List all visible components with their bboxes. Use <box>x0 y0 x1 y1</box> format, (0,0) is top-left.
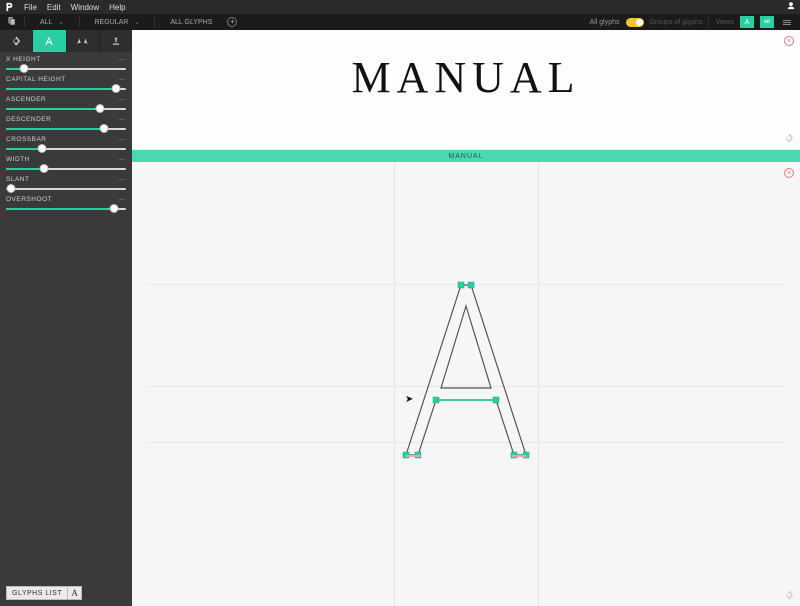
param-label: X HEIGHT <box>6 56 41 63</box>
param-reset-icon[interactable]: — <box>119 196 127 203</box>
view-single-glyph-button[interactable]: A <box>740 16 754 28</box>
menu-file[interactable]: File <box>24 3 37 12</box>
user-account-icon[interactable] <box>786 1 796 13</box>
glyphs-list-button[interactable]: GLYPHS LIST A <box>6 586 82 600</box>
app-logo-icon <box>4 2 14 12</box>
view-word-button[interactable]: ᴀʙ <box>760 16 774 28</box>
menu-bar: File Edit Window Help <box>0 0 800 14</box>
preview-panel: MANUAL × <box>132 30 800 150</box>
groups-of-glyphs-label: Groups of glyphs <box>650 19 703 26</box>
param-slider[interactable] <box>6 104 126 113</box>
add-button[interactable]: + <box>227 17 237 27</box>
font-select-label: ALL <box>40 19 52 26</box>
param-label: CROSSBAR <box>6 136 46 143</box>
param-slider[interactable] <box>6 144 126 153</box>
sidebar-tab-glyph-params[interactable] <box>33 30 66 52</box>
sidebar: X HEIGHT—CAPITAL HEIGHT—ASCENDER—DESCEND… <box>0 30 132 606</box>
sidebar-tabs <box>0 30 132 52</box>
param-reset-icon[interactable]: — <box>119 136 127 143</box>
glyph-outline[interactable] <box>366 280 566 480</box>
param-slider[interactable] <box>6 204 126 213</box>
param-descender: DESCENDER — <box>6 116 126 133</box>
param-width: WIDTH — <box>6 156 126 173</box>
editor-settings-icon[interactable] <box>784 590 794 600</box>
param-label: ASCENDER <box>6 96 46 103</box>
chevron-down-icon: ⌄ <box>58 19 63 26</box>
param-ascender: ASCENDER — <box>6 96 126 113</box>
preview-close-button[interactable]: × <box>784 36 794 46</box>
param-reset-icon[interactable]: — <box>119 76 127 83</box>
canvas-area: MANUAL × MANUAL × <box>132 30 800 606</box>
preview-settings-icon[interactable] <box>784 133 794 143</box>
menu-help[interactable]: Help <box>109 3 125 12</box>
preview-text: MANUAL <box>132 52 800 103</box>
font-select[interactable]: ALL ⌄ <box>33 17 71 28</box>
param-slider[interactable] <box>6 164 126 173</box>
param-reset-icon[interactable]: — <box>119 116 127 123</box>
glyph-editor[interactable]: × <box>132 162 800 606</box>
param-label: WIDTH <box>6 156 30 163</box>
top-toolbar: ALL ⌄ REGULAR ⌄ ALL GLYPHS + All glyphs … <box>0 14 800 30</box>
param-label: OVERSHOOT <box>6 196 52 203</box>
sidebar-tab-group-params[interactable] <box>67 30 100 52</box>
views-label: Views <box>715 19 734 26</box>
param-label: SLANT <box>6 176 29 183</box>
param-slider[interactable] <box>6 84 126 93</box>
param-reset-icon[interactable]: — <box>119 156 127 163</box>
glyphs-list-current: A <box>67 587 81 599</box>
glyph-grouping-toggle[interactable] <box>626 18 644 27</box>
param-reset-icon[interactable]: — <box>119 96 127 103</box>
param-slider[interactable] <box>6 64 126 73</box>
weight-select-label: REGULAR <box>95 19 129 26</box>
param-x-height: X HEIGHT — <box>6 56 126 73</box>
param-capital-height: CAPITAL HEIGHT — <box>6 76 126 93</box>
chevron-down-icon: ⌄ <box>134 19 139 26</box>
param-slider[interactable] <box>6 124 126 133</box>
glyphs-list-label: GLYPHS LIST <box>7 587 67 599</box>
param-reset-icon[interactable]: — <box>119 176 127 183</box>
view-list-button[interactable] <box>780 16 794 28</box>
glyphs-select-label: ALL GLYPHS <box>170 19 212 26</box>
cursor-icon: ➤ <box>405 394 413 405</box>
editor-close-button[interactable]: × <box>784 168 794 178</box>
param-reset-icon[interactable]: — <box>119 56 127 63</box>
param-crossbar: CROSSBAR — <box>6 136 126 153</box>
param-label: DESCENDER <box>6 116 51 123</box>
menu-window[interactable]: Window <box>71 3 99 12</box>
all-glyphs-label: All glyphs <box>590 19 620 26</box>
sidebar-tab-settings[interactable] <box>0 30 33 52</box>
glyphs-select[interactable]: ALL GLYPHS <box>163 17 219 28</box>
parameter-sliders: X HEIGHT—CAPITAL HEIGHT—ASCENDER—DESCEND… <box>0 52 132 217</box>
copy-icon[interactable] <box>6 16 16 28</box>
weight-select[interactable]: REGULAR ⌄ <box>88 17 147 28</box>
glyph-name-banner: MANUAL <box>132 150 800 162</box>
main-area: X HEIGHT—CAPITAL HEIGHT—ASCENDER—DESCEND… <box>0 30 800 606</box>
param-slant: SLANT — <box>6 176 126 193</box>
param-slider[interactable] <box>6 184 126 193</box>
sidebar-tab-export[interactable] <box>100 30 132 52</box>
glyph-name-banner-text: MANUAL <box>448 153 483 160</box>
param-label: CAPITAL HEIGHT <box>6 76 66 83</box>
menu-edit[interactable]: Edit <box>47 3 61 12</box>
param-overshoot: OVERSHOOT — <box>6 196 126 213</box>
